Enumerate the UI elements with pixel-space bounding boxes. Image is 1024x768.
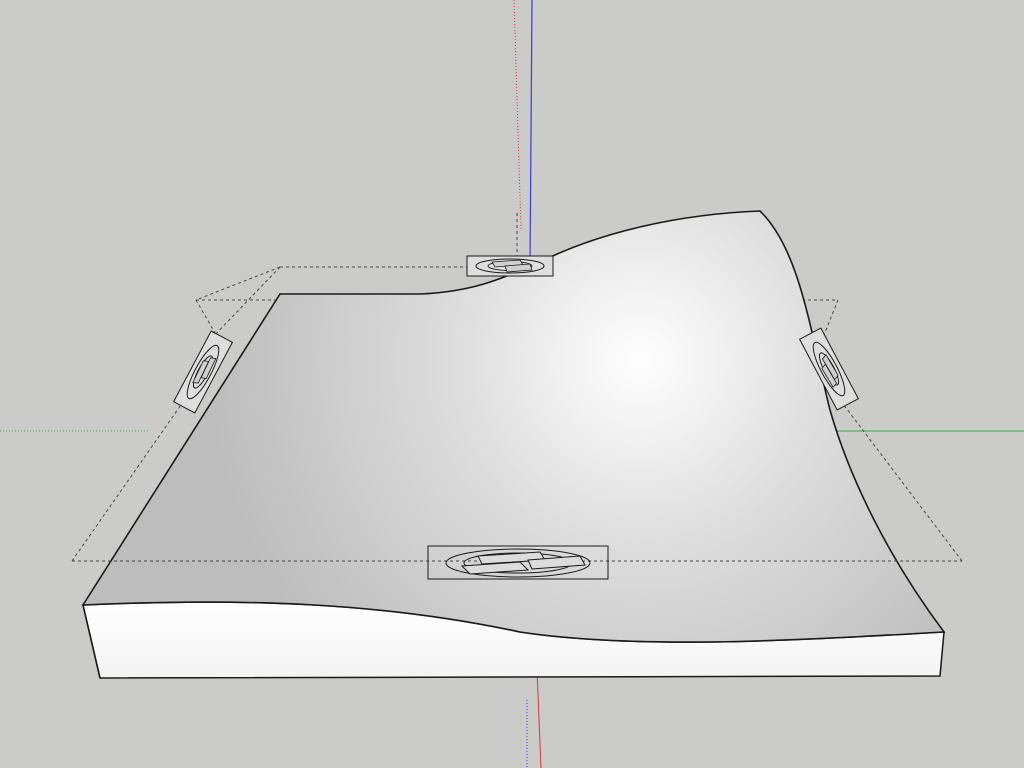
rotate-gizmo-back[interactable] [466, 255, 554, 277]
modeling-viewport[interactable] [0, 0, 1024, 768]
scene-canvas[interactable] [0, 0, 1024, 768]
red-axis-top [513, 0, 522, 231]
